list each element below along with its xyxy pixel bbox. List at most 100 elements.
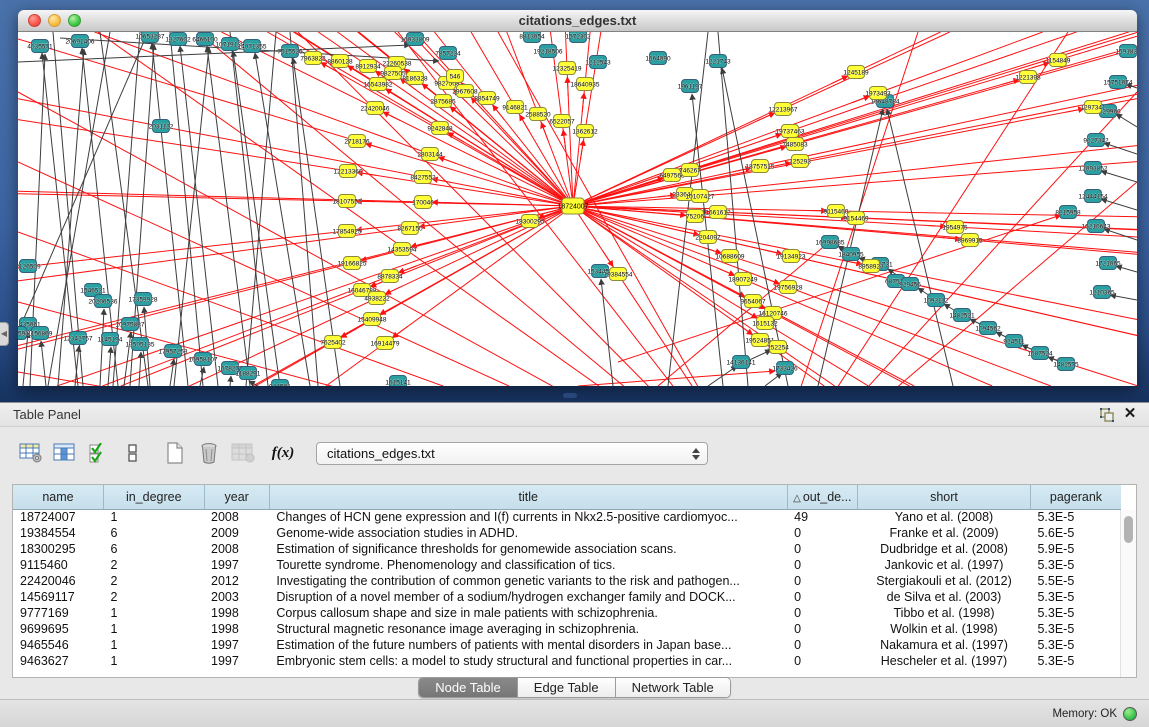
network-node[interactable]: 19756928: [774, 281, 803, 294]
network-node[interactable]: 924511: [1003, 335, 1025, 348]
network-node[interactable]: 12213366: [334, 165, 363, 178]
tab-edge-table[interactable]: Edge Table: [518, 678, 616, 697]
network-node[interactable]: 14353594: [388, 243, 417, 256]
import-table-button[interactable]: [228, 440, 258, 466]
select-columns-button[interactable]: [84, 440, 114, 466]
network-node[interactable]: 19218506: [534, 45, 563, 58]
network-node[interactable]: 1221398: [1015, 71, 1041, 84]
network-node[interactable]: 19134923: [777, 250, 806, 263]
network-node[interactable]: 2204097: [695, 231, 721, 244]
network-node[interactable]: 4035571: [27, 40, 53, 53]
network-node[interactable]: 1572302: [565, 32, 591, 43]
network-node[interactable]: 1661612: [705, 206, 731, 219]
network-node[interactable]: 18107552: [333, 195, 362, 208]
table-row[interactable]: 2242004622012Investigating the contribut…: [13, 573, 1121, 589]
network-node[interactable]: 12325419: [553, 62, 582, 75]
network-node[interactable]: 2803144: [417, 148, 443, 161]
column-header-in_degree[interactable]: in_degree: [103, 485, 204, 509]
network-node[interactable]: 15751074: [1104, 76, 1133, 89]
network-node-hub[interactable]: 18724007: [557, 198, 588, 214]
tab-network-table[interactable]: Network Table: [616, 678, 730, 697]
table-row[interactable]: 946554611997Estimation of the future num…: [13, 637, 1121, 653]
network-node[interactable]: 1221743: [705, 55, 731, 68]
network-node[interactable]: 8854749: [474, 92, 500, 105]
network-node[interactable]: 18300295: [516, 215, 545, 228]
network-node[interactable]: 6522057: [549, 115, 575, 128]
network-node[interactable]: 18640935: [571, 78, 600, 91]
network-node[interactable]: 7485083: [782, 138, 808, 151]
window-titlebar[interactable]: citations_edges.txt: [18, 10, 1137, 32]
column-header-title[interactable]: title: [269, 485, 787, 509]
network-node[interactable]: 8813054: [519, 32, 545, 43]
panel-divider-handle[interactable]: [563, 393, 577, 398]
network-node[interactable]: 8878334: [377, 270, 403, 283]
network-node[interactable]: 170046: [412, 196, 434, 209]
table-scrollbar[interactable]: [1120, 510, 1136, 677]
network-node[interactable]: 2875685: [430, 95, 456, 108]
table-scrollbar-thumb[interactable]: [1124, 516, 1133, 543]
network-node[interactable]: 1154849: [1046, 54, 1071, 67]
table-row[interactable]: 969969511998Structural magnetic resonanc…: [13, 621, 1121, 637]
network-node[interactable]: 125293: [789, 155, 811, 168]
network-node[interactable]: 1327602: [165, 33, 191, 46]
network-node[interactable]: 6466100: [192, 33, 218, 46]
network-node[interactable]: 2718176: [344, 135, 370, 148]
table-selector-dropdown[interactable]: citations_edges.txt: [316, 442, 708, 465]
row-height-button[interactable]: [118, 440, 148, 466]
network-node[interactable]: 1482575: [1053, 358, 1079, 371]
network-node[interactable]: 546: [447, 70, 464, 83]
network-node[interactable]: 1733426: [772, 362, 798, 375]
network-node[interactable]: 10653287: [136, 32, 165, 43]
network-node[interactable]: 9227342: [1083, 134, 1109, 147]
control-panel-grip[interactable]: ◀: [0, 322, 9, 346]
column-header-pagerank[interactable]: pagerank: [1030, 485, 1121, 509]
network-node[interactable]: 1362612: [572, 125, 598, 138]
network-node[interactable]: 20691406: [66, 35, 95, 48]
network-node[interactable]: 1188291: [236, 367, 261, 380]
table-row[interactable]: 946362711997Embryonic stem cells: a mode…: [13, 653, 1121, 669]
float-panel-icon[interactable]: [1099, 407, 1115, 423]
minimize-window-button[interactable]: [48, 14, 61, 27]
column-header-name[interactable]: name: [13, 485, 103, 509]
network-node[interactable]: 16998685: [816, 236, 845, 249]
network-node[interactable]: 75206: [686, 210, 704, 223]
network-node[interactable]: 8969915: [957, 234, 983, 247]
network-node[interactable]: 929456: [899, 278, 921, 291]
function-builder-button[interactable]: f(x): [268, 440, 298, 466]
network-node[interactable]: 746267: [679, 164, 701, 177]
network-node[interactable]: 12444154: [1079, 190, 1108, 203]
memory-ok-icon[interactable]: [1123, 707, 1137, 721]
network-node[interactable]: 7515526: [277, 45, 303, 58]
network-node[interactable]: 8427552: [410, 171, 436, 184]
network-node[interactable]: 1212543: [585, 56, 611, 69]
network-node[interactable]: 12093852: [1079, 162, 1108, 175]
network-node[interactable]: 1591831: [1115, 45, 1137, 58]
table-row[interactable]: 1830029562008Estimation of significance …: [13, 541, 1121, 557]
table-row[interactable]: 977716911998Corpus callosum shape and si…: [13, 605, 1121, 621]
network-node[interactable]: 7625402: [320, 336, 346, 349]
network-node[interactable]: 8215958: [1055, 206, 1081, 219]
column-header-short[interactable]: short: [858, 485, 1031, 509]
new-document-button[interactable]: [160, 440, 190, 466]
close-window-button[interactable]: [28, 14, 41, 27]
column-header-out_de[interactable]: △out_de...: [787, 485, 857, 509]
show-columns-button[interactable]: [50, 440, 80, 466]
network-node[interactable]: 1210365: [1089, 286, 1115, 299]
network-node[interactable]: 252254: [767, 341, 789, 354]
network-node[interactable]: 17359928: [129, 293, 158, 306]
network-node[interactable]: 1721065: [1095, 257, 1121, 270]
tab-node-table[interactable]: Node Table: [419, 678, 518, 697]
network-node[interactable]: 9146821: [502, 101, 528, 114]
delete-icon[interactable]: [194, 440, 224, 466]
network-canvas[interactable]: 4035571206914061065328713276026466100107…: [18, 32, 1137, 386]
network-node[interactable]: 1145194: [98, 333, 123, 346]
network-node[interactable]: 1961197: [678, 80, 703, 93]
network-node[interactable]: 9242848: [427, 122, 453, 135]
network-node[interactable]: 1664090: [645, 52, 671, 65]
table-row[interactable]: 1872400712008Changes of HCN gene express…: [13, 509, 1121, 525]
table-mode-button[interactable]: [16, 440, 46, 466]
close-panel-icon[interactable]: ✕: [1122, 406, 1138, 422]
table-row[interactable]: 911546021997Tourette syndrome. Phenomeno…: [13, 557, 1121, 573]
table-row[interactable]: 1456911722003Disruption of a novel membe…: [13, 589, 1121, 605]
network-node[interactable]: 10688609: [716, 250, 745, 263]
